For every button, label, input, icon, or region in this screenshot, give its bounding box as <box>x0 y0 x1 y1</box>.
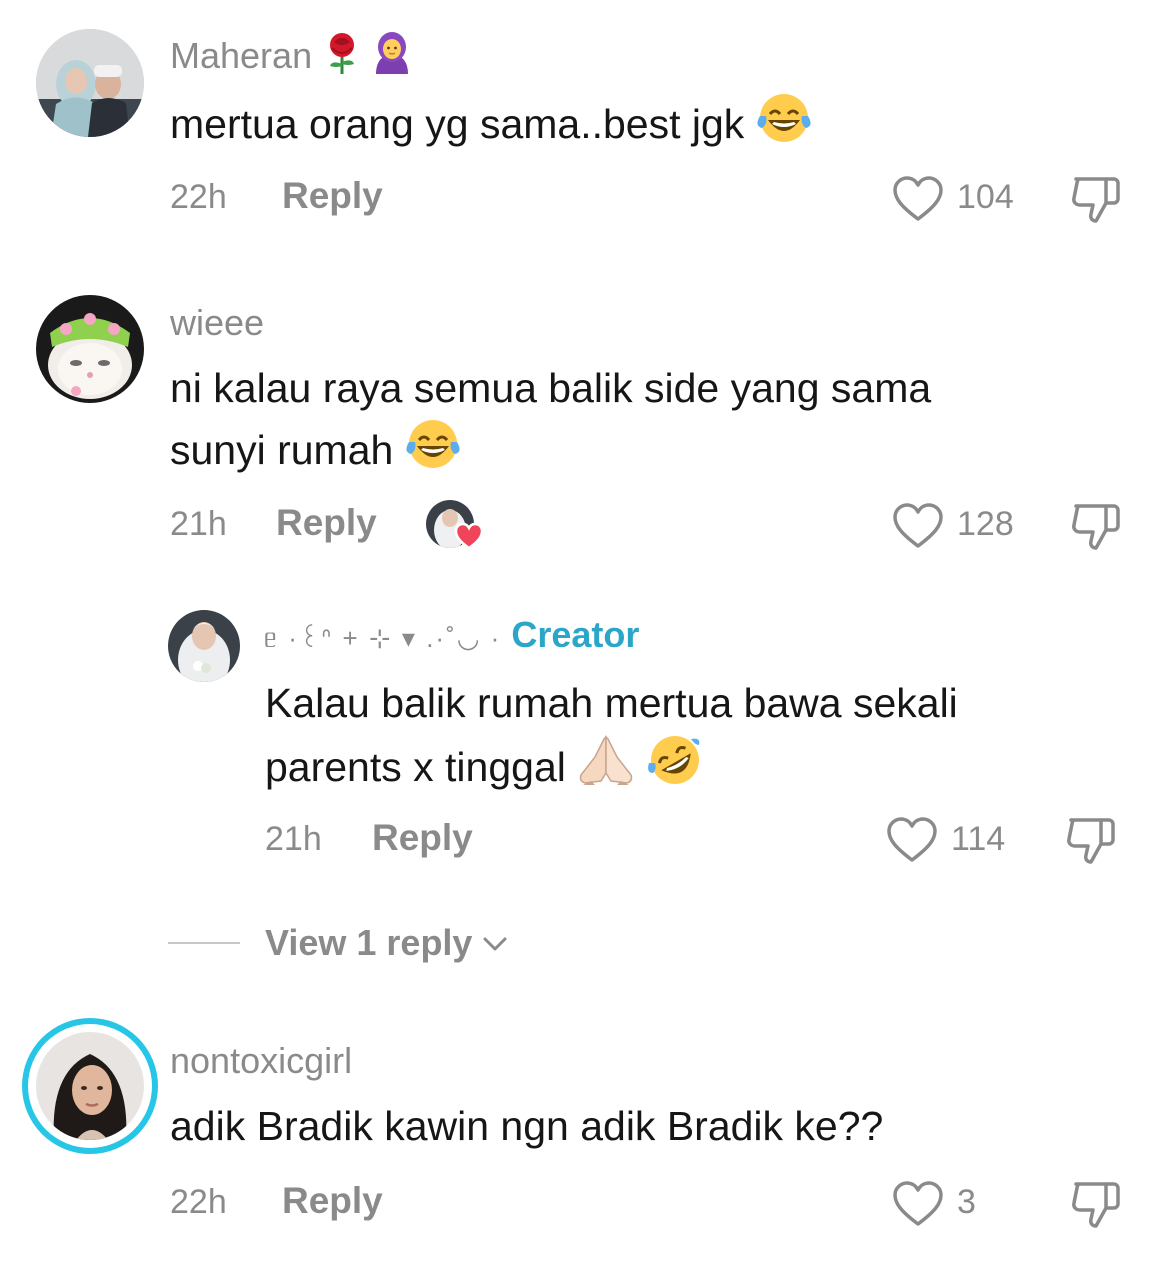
reply-button[interactable]: Reply <box>276 502 377 544</box>
reply-button[interactable]: Reply <box>282 1180 383 1222</box>
rose-emoji <box>322 32 362 83</box>
comment-time: 21h <box>170 505 227 543</box>
face-with-tears-of-joy-emoji <box>756 92 812 160</box>
dislike-button[interactable] <box>1070 502 1122 557</box>
avatar[interactable] <box>36 29 144 137</box>
like-count: 128 <box>957 505 1014 543</box>
thumbs-down-icon <box>1067 818 1115 864</box>
heart-icon <box>893 176 943 221</box>
chevron-down-icon <box>483 937 507 951</box>
avatar-ring[interactable] <box>22 1018 158 1154</box>
creator-badge: Creator <box>511 614 640 655</box>
folded-hands-emoji <box>577 733 635 803</box>
like-count: 104 <box>957 178 1014 216</box>
comment-text: ni kalau raya semua balik side yang sama… <box>170 359 1130 486</box>
thumbs-down-icon <box>1072 504 1120 550</box>
heart-icon <box>887 817 937 862</box>
avatar-image <box>36 295 144 403</box>
view-replies-button[interactable]: View 1 reply <box>265 922 508 964</box>
reply-button[interactable]: Reply <box>372 817 473 859</box>
like-button[interactable] <box>892 502 944 555</box>
username[interactable]: wieee <box>170 302 264 344</box>
username[interactable]: Maheran <box>170 32 412 83</box>
dislike-button[interactable] <box>1070 1180 1122 1235</box>
heart-filled-icon <box>454 522 484 550</box>
woman-with-headscarf-emoji <box>372 32 412 83</box>
avatar-ring-inner <box>28 1024 152 1148</box>
divider <box>168 942 240 944</box>
like-count: 114 <box>951 820 1006 858</box>
username[interactable]: ᥱ ·꒰ᐢ + ⊹ ▾ .·˚◡ · Creator <box>264 614 639 656</box>
dislike-button[interactable] <box>1065 816 1117 871</box>
rolling-on-floor-laughing-emoji <box>647 733 703 803</box>
comment-text: Kalau balik rumah mertua bawa sekali par… <box>265 674 1145 803</box>
username[interactable]: nontoxicgirl <box>170 1040 352 1082</box>
thumbs-down-icon <box>1072 177 1120 223</box>
avatar[interactable] <box>36 295 144 403</box>
dislike-button[interactable] <box>1070 175 1122 230</box>
like-button[interactable] <box>886 816 938 869</box>
thumbs-down-icon <box>1072 1182 1120 1228</box>
comment-time: 22h <box>170 1183 227 1221</box>
comment-text: mertua orang yg sama..best jgk <box>170 92 812 160</box>
face-with-tears-of-joy-emoji <box>405 418 461 486</box>
creator-liked-badge <box>426 500 488 554</box>
avatar-image <box>168 610 240 682</box>
avatar[interactable] <box>168 610 240 682</box>
comment-time: 22h <box>170 178 227 216</box>
like-count: 3 <box>957 1183 976 1221</box>
heart-icon <box>893 1181 943 1226</box>
reply-button[interactable]: Reply <box>282 175 383 217</box>
avatar-image <box>36 1032 144 1140</box>
comment-text: adik Bradik kawin ngn adik Bradik ke?? <box>170 1103 884 1149</box>
comment-time: 21h <box>265 820 322 858</box>
like-button[interactable] <box>892 1180 944 1233</box>
avatar-image <box>36 29 144 137</box>
like-button[interactable] <box>892 175 944 228</box>
avatar <box>36 1032 144 1140</box>
heart-icon <box>893 503 943 548</box>
